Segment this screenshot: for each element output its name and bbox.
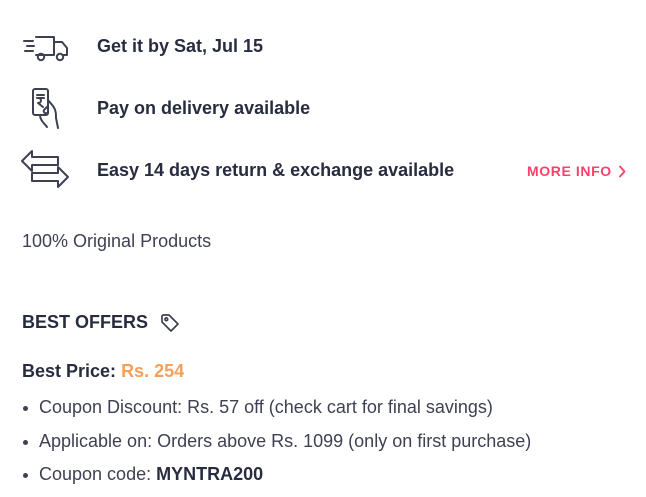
tag-icon (161, 313, 179, 332)
list-item: Applicable on: Orders above Rs. 1099 (on… (22, 430, 531, 464)
applicable-on-text: Applicable on: Orders above Rs. 1099 (on… (39, 430, 532, 451)
rupee-card-hand-icon (32, 88, 59, 129)
best-offers-title: BEST OFFERS (22, 312, 149, 332)
coupon-discount-text: Coupon Discount: Rs. 57 off (check cart … (39, 397, 493, 417)
more-info-link[interactable]: MORE INFO (527, 163, 626, 179)
list-item: Coupon Discount: Rs. 57 off (check cart … (22, 396, 531, 430)
best-price-value: Rs. 254 (121, 361, 185, 381)
best-price-label: Best Price: (22, 361, 117, 381)
original-products-text: 100% Original Products (22, 231, 212, 251)
return-exchange-text: Easy 14 days return & exchange available (97, 160, 455, 180)
best-offers-heading: BEST OFFERS (22, 312, 180, 333)
pay-on-delivery-text: Pay on delivery available (97, 98, 311, 118)
more-info-label: MORE INFO (527, 163, 612, 179)
offer-details-list: Coupon Discount: Rs. 57 off (check cart … (22, 396, 531, 497)
chevron-right-icon (618, 165, 626, 177)
delivery-date-text: Get it by Sat, Jul 15 (97, 36, 264, 56)
return-exchange-arrows-icon (21, 150, 69, 188)
best-price: Best Price: Rs. 254 (22, 361, 184, 382)
coupon-code-value: MYNTRA200 (156, 464, 264, 484)
coupon-code-label: Coupon code: (39, 464, 157, 484)
delivery-truck-icon (23, 36, 68, 62)
list-item: Coupon code: MYNTRA200 (22, 463, 531, 497)
